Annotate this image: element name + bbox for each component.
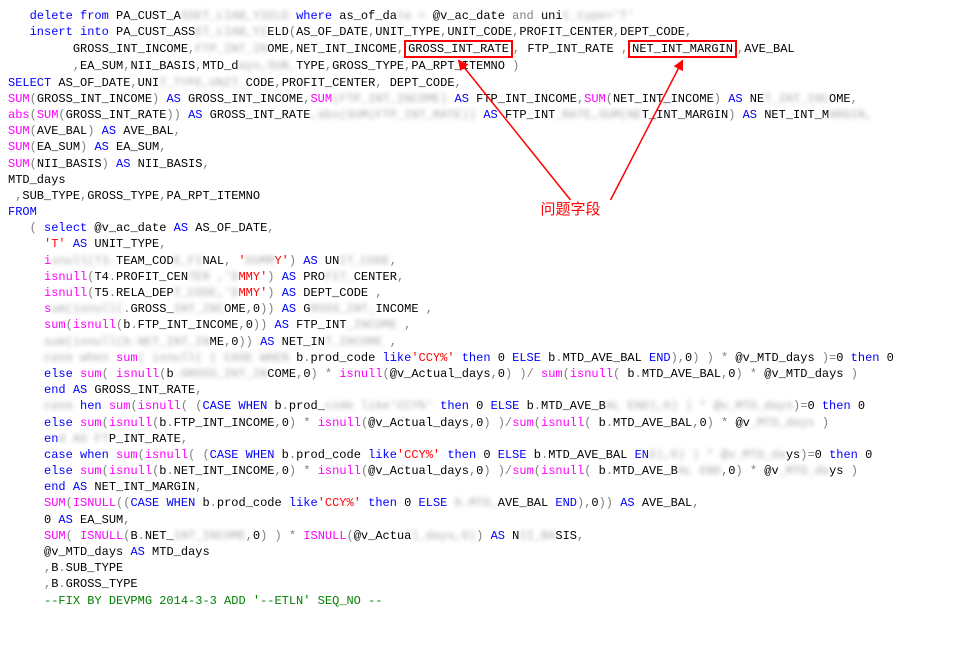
code-line: ,B.GROSS_TYPE (8, 576, 970, 592)
code-line: SUM(ISNULL((CASE WHEN b.prod_code like'C… (8, 495, 970, 511)
code-line: else sum( isnull(b.GROSS_INT_INCOME,0) *… (8, 366, 970, 382)
code-line: 0 AS EA_SUM, (8, 512, 970, 528)
code-line: else sum(isnull(b.NET_INT_INCOME,0) * is… (8, 463, 970, 479)
code-line: insert into PA_CUST_ASSET_LIAB_YIELD(AS_… (8, 24, 970, 40)
code-line: ,SUB_TYPE,GROSS_TYPE,PA_RPT_ITEMNO (8, 188, 970, 204)
code-line: else sum(isnull(b.FTP_INT_INCOME,0) * is… (8, 415, 970, 431)
code-line: sum(isnull(.GROSS_INT_INCOME,0)) AS GROS… (8, 301, 970, 317)
code-line: SUM(AVE_BAL) AS AVE_BAL, (8, 123, 970, 139)
code-line: delete from PA_CUST_ASSET_LIAB_YIELD whe… (8, 8, 970, 24)
code-line: ,B.SUB_TYPE (8, 560, 970, 576)
code-line: isnull(T4.PROFIT_CENTER ,'DMMY') AS PROF… (8, 269, 970, 285)
code-line: case hen sum(isnull( (CASE WHEN b.prod_c… (8, 398, 970, 414)
code-line: @v_MTD_days AS MTD_days (8, 544, 970, 560)
code-line: --FIX BY DEVPMG 2014-3-3 ADD '--ETLN' SE… (8, 593, 970, 609)
code-line: GROSS_INT_INCOME,FTP_INT_INOME,NET_INT_I… (8, 40, 970, 58)
code-line: SELECT AS_OF_DATE,UNIT_TYPE,UNIT_CODE,PR… (8, 75, 970, 91)
code-line: sum(isnull(b.NET_INT_INME,0)) AS NET_INT… (8, 334, 970, 350)
code-line: sum(isnull(b.FTP_INT_INCOME,0)) AS FTP_I… (8, 317, 970, 333)
code-line: SUM(NII_BASIS) AS NII_BASIS, (8, 156, 970, 172)
code-line: ( select @v_ac_date AS AS_OF_DATE, (8, 220, 970, 236)
code-line: isnull(T5.RELA_DEPT_CODE,'DMMY') AS DEPT… (8, 285, 970, 301)
code-line: SUM(EA_SUM) AS EA_SUM, (8, 139, 970, 155)
code-line: MTD_days (8, 172, 970, 188)
code-line: case when sum(isnull( (CASE WHEN b.prod_… (8, 447, 970, 463)
code-line: SUM(GROSS_INT_INCOME) AS GROSS_INT_INCOM… (8, 91, 970, 107)
code-line: SUM( ISNULL(B.NET_INT_INCOME,0) ) * ISNU… (8, 528, 970, 544)
code-container: delete from PA_CUST_ASSET_LIAB_YIELD whe… (8, 8, 970, 609)
code-line: FROM (8, 204, 970, 220)
code-line: end AS NET_INT_MARGIN, (8, 479, 970, 495)
highlight-box-2: NET_INT_MARGIN (628, 40, 737, 58)
code-line: isnull(T3.TEAM_CODE_FINAL, 'DUMMY') AS U… (8, 253, 970, 269)
code-line: end AS FTP_INT_RATE, (8, 431, 970, 447)
highlight-box-1: GROSS_INT_RATE (404, 40, 513, 58)
code-line: ,EA_SUM,NII_BASIS,MTD_days,SUB_TYPE,GROS… (8, 58, 970, 74)
code-line: 'T' AS UNIT_TYPE, (8, 236, 970, 252)
code-line: case when sum( isnull( ( CASE WHEN b.pro… (8, 350, 970, 366)
code-line: abs(SUM(GROSS_INT_RATE)) AS GROSS_INT_RA… (8, 107, 970, 123)
annotation-label: 问题字段 (541, 200, 601, 220)
code-line: end AS GROSS_INT_RATE, (8, 382, 970, 398)
